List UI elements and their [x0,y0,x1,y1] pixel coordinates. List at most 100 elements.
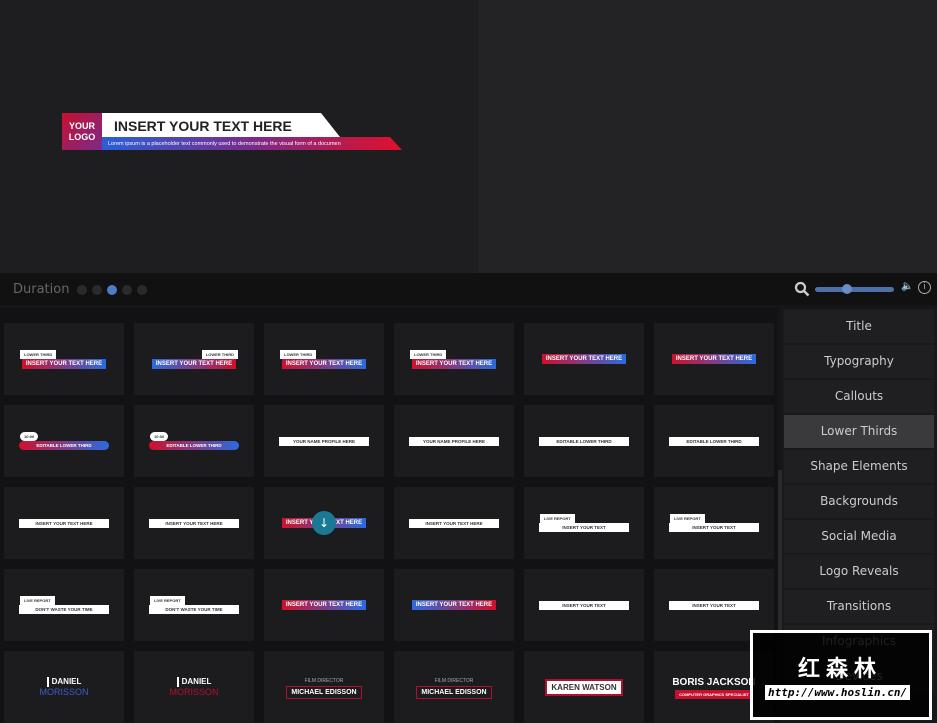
tile-text: KAREN WATSON [545,678,623,696]
tile-text: INSERT YOUR TEXT HERE [411,600,497,610]
template-tile[interactable]: LIVE REPORT INSERT YOUR TEXT [654,487,774,559]
zoom-slider[interactable] [815,284,894,294]
tile-text: DON'T WASTE YOUR TIME [19,605,109,614]
template-tile[interactable]: 10:00 EDITABLE LOWER THIRD [4,405,124,477]
duration-dot[interactable] [137,285,147,295]
download-icon[interactable]: ↓ [312,511,336,535]
watermark-url: http://www.hoslin.cn/ [765,685,911,700]
template-grid: LOWER THIRD INSERT YOUR TEXT HERE LOWER TH… [0,308,778,723]
template-tile[interactable]: INSERT YOUR TEXT HERE [264,569,384,641]
tile-name: DANIEL [46,677,81,687]
tile-text: YOUR NAME PROFILE HERE [409,436,499,446]
tile-tag: LOWER THIRD [201,349,238,359]
tile-text: INSERT YOUR TEXT HERE [149,518,239,528]
tile-text: EDITABLE LOWER THIRD [669,436,759,446]
tile-text: MICHAEL EDISSON [416,685,492,699]
duration-dot[interactable] [122,285,132,295]
duration-dot[interactable] [77,285,87,295]
tile-surname: MORISSON [39,687,89,697]
tile-tag: LOWER THIRD [20,349,57,359]
tile-text: INSERT YOUR TEXT HERE [671,354,757,364]
tile-tag: LIVE REPORT [150,596,185,605]
sidebar-item-logo-reveals[interactable]: Logo Reveals [784,555,934,588]
template-tile[interactable]: INSERT YOUR TEXT HERE↓ [264,487,384,559]
sidebar-item-callouts[interactable]: Callouts [784,380,934,413]
slider-handle[interactable] [841,284,852,294]
volume-icon[interactable]: 🔈 [901,281,913,292]
tile-tag: LIVE REPORT [670,514,705,523]
template-tile[interactable]: INSERT YOUR TEXT HERE [4,487,124,559]
tile-text: INSERT YOUR TEXT HERE [541,354,627,364]
template-tile[interactable]: EDITABLE LOWER THIRD [654,405,774,477]
tile-tag: LIVE REPORT [540,514,575,523]
template-tile[interactable]: LIVE REPORT DON'T WASTE YOUR TIME [4,569,124,641]
tile-text: INSERT YOUR TEXT HERE [411,358,497,369]
sidebar-item-social-media[interactable]: Social Media [784,520,934,553]
sidebar-item-lower-thirds[interactable]: Lower Thirds [784,415,934,448]
tile-name: DANIEL [176,677,211,687]
sidebar-item-title[interactable]: Title [784,310,934,343]
tile-text: INSERT YOUR TEXT HERE [19,518,109,528]
template-tile[interactable]: DANIEL MORISSON [4,651,124,723]
sidebar-item-backgrounds[interactable]: Backgrounds [784,485,934,518]
template-tile[interactable]: INSERT YOUR TEXT HERE [394,569,514,641]
tile-text: INSERT YOUR TEXT [539,523,629,532]
toolbar: Duration 🔈 i [0,273,937,305]
sidebar-item-shape-elements[interactable]: Shape Elements [784,450,934,483]
tile-text: EDITABLE LOWER THIRD [19,441,109,450]
preview-area: YOUR LOGO INSERT YOUR TEXT HERE Lorem ip… [0,0,937,273]
duration-dot[interactable] [92,285,102,295]
template-tile[interactable]: YOUR NAME PROFILE HERE [394,405,514,477]
tile-tag: FILM DIRECTOR [434,677,474,684]
template-tile[interactable]: 10:00 EDITABLE LOWER THIRD [134,405,254,477]
template-tile[interactable]: FILM DIRECTOR MICHAEL EDISSON [394,651,514,723]
template-tile[interactable]: INSERT YOUR TEXT [524,569,644,641]
template-tile[interactable]: LOWER THIRD INSERT YOUR TEXT HERE [4,323,124,395]
tile-text: INSERT YOUR TEXT [669,600,759,610]
tile-tag: COMPUTER GRAPHICS SPECIALIST [675,690,753,699]
template-tile[interactable]: INSERT YOUR TEXT HERE [654,323,774,395]
tile-tag: LOWER THIRD [280,349,317,359]
template-tile[interactable]: INSERT YOUR TEXT HERE [134,487,254,559]
tile-text: INSERT YOUR TEXT HERE [151,358,237,369]
tile-text: INSERT YOUR TEXT HERE [21,358,107,369]
template-tile[interactable]: LIVE REPORT DON'T WASTE YOUR TIME [134,569,254,641]
tile-text: INSERT YOUR TEXT [539,600,629,610]
template-tile[interactable]: INSERT YOUR TEXT HERE [524,323,644,395]
tile-text: INSERT YOUR TEXT [669,523,759,532]
tile-text: EDITABLE LOWER THIRD [539,436,629,446]
template-tile[interactable]: EDITABLE LOWER THIRD [524,405,644,477]
tile-text: BORIS JACKSON [672,677,756,688]
search-icon[interactable] [794,281,810,297]
lower-third-preview: YOUR LOGO INSERT YOUR TEXT HERE Lorem ip… [62,113,407,153]
duration-label: Duration [13,282,70,297]
tile-text: EDITABLE LOWER THIRD [149,441,239,450]
template-tile[interactable]: DANIEL MORISSON [134,651,254,723]
tile-tag: LIVE REPORT [20,596,55,605]
duration-dot[interactable] [107,285,117,295]
watermark: 红森林 http://www.hoslin.cn/ [750,630,932,720]
tile-text: INSERT YOUR TEXT HERE [281,600,367,610]
tile-tag: 10:00 [20,432,39,441]
tile-tag: LOWER THIRD [410,349,447,359]
template-tile[interactable]: LOWER THIRD INSERT YOUR TEXT HERE [264,323,384,395]
tile-text: YOUR NAME PROFILE HERE [279,436,369,446]
tile-surname: MORISSON [169,687,219,697]
template-tile[interactable]: YOUR NAME PROFILE HERE [264,405,384,477]
template-tile[interactable]: LIVE REPORT INSERT YOUR TEXT [524,487,644,559]
preview-subtext: Lorem ipsum is a placeholder text common… [102,137,402,150]
template-tile[interactable]: FILM DIRECTOR MICHAEL EDISSON [264,651,384,723]
info-icon[interactable]: i [918,281,931,294]
tile-tag: 10:00 [150,432,169,441]
tile-text: INSERT YOUR TEXT HERE [281,358,367,369]
template-tile[interactable]: INSERT YOUR TEXT HERE [394,487,514,559]
template-tile[interactable]: LOWER THIRD INSERT YOUR TEXT HERE [394,323,514,395]
tile-text: INSERT YOUR TEXT HERE [409,518,499,528]
sidebar-item-typography[interactable]: Typography [784,345,934,378]
template-tile[interactable]: KAREN WATSON [524,651,644,723]
template-tile[interactable]: LOWER THIRD INSERT YOUR TEXT HERE [134,323,254,395]
sidebar-item-transitions[interactable]: Transitions [784,590,934,623]
tile-text: MICHAEL EDISSON [286,685,362,699]
logo-box: YOUR LOGO [62,113,102,150]
tile-text: DON'T WASTE YOUR TIME [149,605,239,614]
